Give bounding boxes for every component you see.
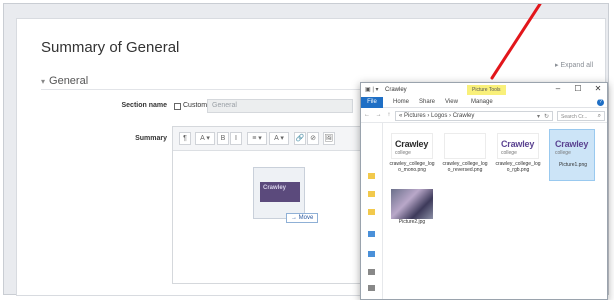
screenshot-frame: Summary of General ▸ Expand all ▾ General… <box>3 3 609 300</box>
arrow-line <box>490 4 542 80</box>
red-arrow-annotation <box>490 4 542 80</box>
